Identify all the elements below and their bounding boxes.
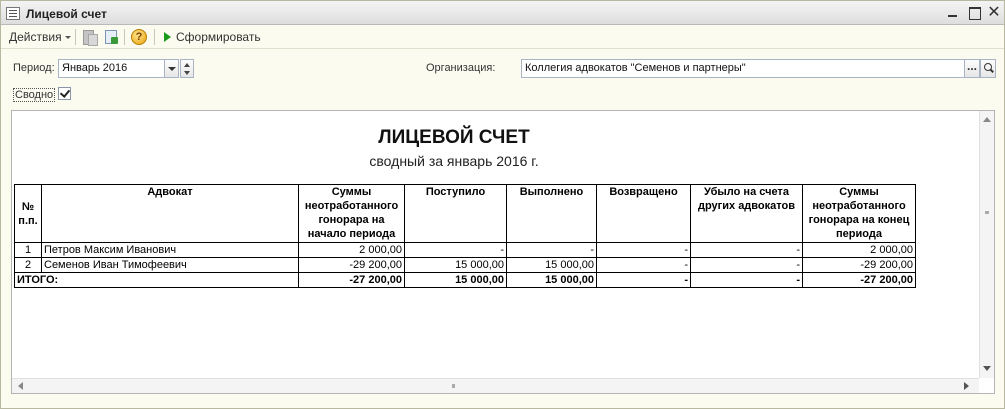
period-spinner[interactable] [180, 59, 194, 78]
table-cell: -29 200,00 [298, 257, 405, 273]
table-cell: - [690, 242, 803, 258]
table-cell: 2 000,00 [298, 242, 405, 258]
organization-label: Организация: [426, 62, 496, 74]
column-header: Выполнено [506, 184, 597, 243]
toolbar-separator [75, 29, 76, 45]
table-total-row: ИТОГО: -27 200,00 15 000,00 15 000,00 - … [14, 272, 916, 288]
table-cell: Петров Максим Иванович [41, 242, 299, 258]
table-cell: - [404, 242, 507, 258]
table-cell: -27 200,00 [802, 272, 916, 288]
search-icon[interactable] [980, 59, 996, 78]
table-cell: 15 000,00 [506, 257, 597, 273]
help-icon[interactable]: ? [131, 29, 147, 45]
close-button[interactable]: ✕ [985, 4, 1003, 22]
column-header: Убыло на счета других адвокатов [690, 184, 803, 243]
organization-input[interactable]: Коллегия адвокатов "Семенов и партнеры" [521, 59, 965, 78]
table-cell: - [596, 242, 691, 258]
column-header: Возвращено [596, 184, 691, 243]
window-title: Лицевой счет [26, 7, 107, 21]
play-icon[interactable] [164, 32, 171, 42]
column-header: Суммы неотработанного гонорара на конец … [802, 184, 916, 243]
toolbar-separator [154, 29, 155, 45]
table-row: 1 Петров Максим Иванович 2 000,00 - - - … [14, 242, 916, 258]
maximize-button[interactable] [965, 4, 983, 22]
scroll-grip[interactable] [985, 211, 989, 214]
table-cell: 2 [14, 257, 42, 273]
scroll-grip[interactable] [452, 384, 455, 388]
period-label: Период: [13, 62, 55, 74]
table-cell: -29 200,00 [802, 257, 916, 273]
table-cell: - [596, 257, 691, 273]
generate-button[interactable]: Сформировать [176, 29, 261, 45]
table-row: 2 Семенов Иван Тимофеевич -29 200,00 15 … [14, 257, 916, 273]
toolbar: Действия ? Сформировать [1, 25, 1004, 49]
column-header: Поступило [404, 184, 507, 243]
document-icon [6, 7, 20, 20]
total-label: ИТОГО: [14, 272, 299, 288]
table-cell: - [596, 272, 691, 288]
column-header: Адвокат [41, 184, 299, 243]
report-area: ЛИЦЕВОЙ СЧЕТ сводный за январь 2016 г. №… [11, 110, 995, 394]
table-cell: 15 000,00 [404, 272, 507, 288]
actions-menu-button[interactable]: Действия [9, 29, 71, 45]
svodno-label[interactable]: Сводно [13, 88, 56, 102]
table-header-row: № п.п. Адвокат Суммы неотработанного гон… [14, 184, 916, 243]
column-header: Суммы неотработанного гонорара на начало… [298, 184, 405, 243]
table-cell: - [690, 272, 803, 288]
table-cell: 1 [14, 242, 42, 258]
export-icon[interactable] [103, 29, 119, 45]
title-bar: Лицевой счет ✕ [1, 1, 1004, 25]
column-header: № п.п. [14, 184, 42, 243]
organization-select-button[interactable]: ... [964, 59, 980, 78]
period-input[interactable]: Январь 2016 [58, 59, 165, 78]
table-cell: Семенов Иван Тимофеевич [41, 257, 299, 273]
report-subtitle: сводный за январь 2016 г. [369, 153, 539, 169]
vertical-scrollbar[interactable] [979, 111, 994, 378]
horizontal-scrollbar[interactable] [12, 378, 979, 393]
scroll-down-icon[interactable] [983, 366, 991, 371]
table-cell: - [506, 242, 597, 258]
window: Лицевой счет ✕ Действия ? Сформировать П… [0, 0, 1005, 409]
scroll-left-icon[interactable] [18, 382, 23, 390]
svodno-checkbox[interactable] [58, 87, 71, 100]
table-cell: -27 200,00 [298, 272, 405, 288]
scroll-right-icon[interactable] [964, 382, 969, 390]
list-icon[interactable] [81, 29, 98, 46]
report-table: № п.п. Адвокат Суммы неотработанного гон… [14, 184, 916, 288]
table-cell: 15 000,00 [404, 257, 507, 273]
toolbar-separator [124, 29, 125, 45]
minimize-button[interactable] [944, 4, 962, 22]
table-cell: 2 000,00 [802, 242, 916, 258]
table-cell: 15 000,00 [506, 272, 597, 288]
table-cell: - [690, 257, 803, 273]
report-title: ЛИЦЕВОЙ СЧЕТ [378, 127, 530, 148]
scroll-up-icon[interactable] [983, 117, 991, 122]
period-dropdown-button[interactable] [164, 59, 179, 78]
